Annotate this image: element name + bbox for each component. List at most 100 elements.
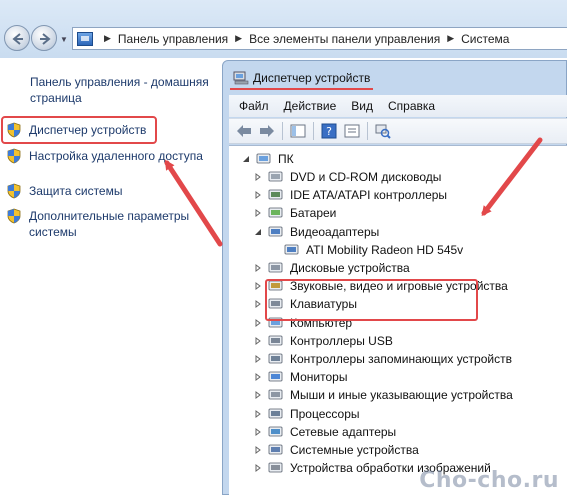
usb-icon — [268, 335, 283, 346]
tree-category[interactable]: Контроллеры USB — [253, 332, 393, 350]
properties-icon — [344, 124, 360, 138]
tree-item-label: Батареи — [290, 206, 337, 221]
expand-arrow-icon[interactable] — [253, 354, 263, 364]
breadcrumb-control-panel[interactable]: Панель управления — [118, 32, 228, 46]
uac-shield-icon — [7, 148, 21, 164]
breadcrumb-separator-icon[interactable]: ▶ — [235, 33, 242, 44]
tree-item-label: Контроллеры запоминающих устройств — [290, 352, 512, 366]
back-button[interactable] — [235, 122, 253, 140]
expand-arrow-icon[interactable] — [253, 390, 263, 400]
tree-category[interactable]: Дисковые устройства — [253, 259, 410, 277]
menu-file[interactable]: Файл — [239, 99, 269, 113]
forward-button[interactable] — [258, 122, 276, 140]
expand-arrow-icon[interactable] — [253, 263, 263, 273]
recent-pages-dropdown[interactable]: ▼ — [60, 35, 68, 44]
tree-category[interactable]: Сетевые адаптеры — [253, 423, 396, 441]
tree-category[interactable]: Мыши и иные указывающие устройства — [253, 386, 513, 404]
toolbar-separator — [367, 122, 368, 140]
expand-arrow-icon[interactable] — [253, 336, 263, 346]
tree-category[interactable]: Контроллеры запоминающих устройств — [253, 350, 512, 368]
tree-item-label: Процессоры — [290, 406, 360, 421]
tree-category[interactable]: Мониторы — [253, 368, 347, 386]
tree-category[interactable]: DVD и CD-ROM дисководы — [253, 168, 441, 186]
scan-hardware-button[interactable] — [374, 122, 392, 140]
address-bar[interactable]: ▶ Панель управления ▶ Все элементы панел… — [72, 27, 567, 50]
tree-category[interactable]: Видеоадаптеры — [253, 223, 379, 241]
breadcrumb-all-items[interactable]: Все элементы панели управления — [249, 32, 440, 46]
control-panel-home-link[interactable]: Панель управления - домашняя страница — [30, 74, 210, 106]
computer-icon — [256, 153, 271, 164]
forward-button[interactable] — [31, 25, 57, 51]
arrow-left-icon — [12, 33, 23, 45]
battery-icon — [268, 207, 283, 218]
task-label: Настройка удаленного доступа — [29, 149, 203, 163]
tree-item-label: Видеоадаптеры — [290, 224, 380, 239]
title-underline-annotation — [230, 88, 373, 90]
task-label: Защита системы — [29, 184, 123, 198]
processor-icon — [268, 408, 283, 418]
uac-shield-icon — [7, 183, 21, 199]
breadcrumb-separator-icon[interactable]: ▶ — [447, 33, 454, 44]
expand-arrow-icon[interactable] — [253, 318, 263, 328]
expand-arrow-icon[interactable] — [253, 409, 263, 419]
arrow-right-icon — [260, 125, 274, 137]
expand-arrow-icon[interactable] — [253, 208, 263, 218]
explorer-address-toolbar: ▼ ▶ Панель управления ▶ Все элементы пан… — [0, 0, 567, 58]
tree-category[interactable]: Системные устройства — [253, 441, 419, 459]
task-remote-access[interactable]: Настройка удаленного доступа — [6, 148, 207, 164]
display-adapter-icon — [268, 226, 283, 236]
expand-arrow-icon[interactable] — [253, 427, 263, 437]
properties-button[interactable] — [343, 122, 361, 140]
tree-item-label: ПК — [278, 152, 294, 166]
expand-arrow-icon[interactable] — [253, 372, 263, 382]
tree-category[interactable]: IDE ATA/ATAPI контроллеры — [253, 186, 447, 204]
mouse-icon — [268, 389, 283, 400]
storage-controller-icon — [268, 353, 283, 364]
breadcrumb-system[interactable]: Система — [461, 32, 509, 46]
breadcrumb-separator-icon[interactable]: ▶ — [104, 33, 111, 44]
menu-help[interactable]: Справка — [388, 99, 435, 113]
menu-action[interactable]: Действие — [284, 99, 337, 113]
expand-arrow-icon[interactable] — [253, 281, 263, 291]
system-devices-icon — [268, 444, 283, 455]
collapse-arrow-icon[interactable] — [253, 227, 263, 237]
tree-category[interactable]: Процессоры — [253, 405, 360, 423]
arrow-left-icon — [237, 125, 251, 137]
toolbar-separator — [313, 122, 314, 140]
tree-item-label: DVD и CD-ROM дисководы — [290, 170, 442, 184]
show-hide-tree-button[interactable] — [289, 122, 307, 140]
arrow-right-icon — [40, 33, 51, 45]
expand-arrow-icon[interactable] — [253, 299, 263, 309]
tree-item-label: Контроллеры USB — [290, 333, 393, 348]
back-button[interactable] — [4, 25, 30, 51]
device-manager-icon — [233, 71, 249, 85]
tree-root-pc[interactable]: ПК — [241, 150, 294, 168]
expand-arrow-icon[interactable] — [253, 445, 263, 455]
ide-controller-icon — [268, 189, 283, 200]
toolbar: ? — [229, 118, 567, 144]
window-title: Диспетчер устройств — [233, 71, 370, 85]
tree-device[interactable]: ATI Mobility Radeon HD 545v — [269, 241, 463, 259]
display-adapter-icon — [284, 244, 299, 255]
expand-arrow-icon[interactable] — [253, 463, 263, 473]
help-icon: ? — [321, 123, 337, 139]
control-panel-icon — [77, 31, 93, 46]
scan-hardware-icon — [375, 124, 391, 139]
tree-category[interactable]: Батареи — [253, 204, 336, 222]
task-advanced-settings[interactable]: Дополнительные параметры системы — [6, 208, 207, 240]
window-title-text: Диспетчер устройств — [253, 71, 371, 85]
expand-arrow-icon[interactable] — [253, 190, 263, 200]
dvd-drive-icon — [268, 171, 283, 182]
highlight-video-adapters — [265, 279, 478, 321]
collapse-arrow-icon[interactable] — [241, 154, 251, 164]
menu-view[interactable]: Вид — [351, 99, 373, 113]
tree-item-label: IDE ATA/ATAPI контроллеры — [290, 188, 448, 203]
uac-shield-icon — [7, 208, 21, 224]
imaging-device-icon — [268, 462, 283, 473]
expand-arrow-icon[interactable] — [253, 172, 263, 182]
help-button[interactable]: ? — [320, 122, 338, 140]
watermark: Cho-cho.ru — [419, 468, 559, 493]
task-system-protection[interactable]: Защита системы — [6, 183, 207, 199]
tree-item-label: Дисковые устройства — [290, 261, 410, 275]
svg-text:?: ? — [326, 125, 332, 138]
